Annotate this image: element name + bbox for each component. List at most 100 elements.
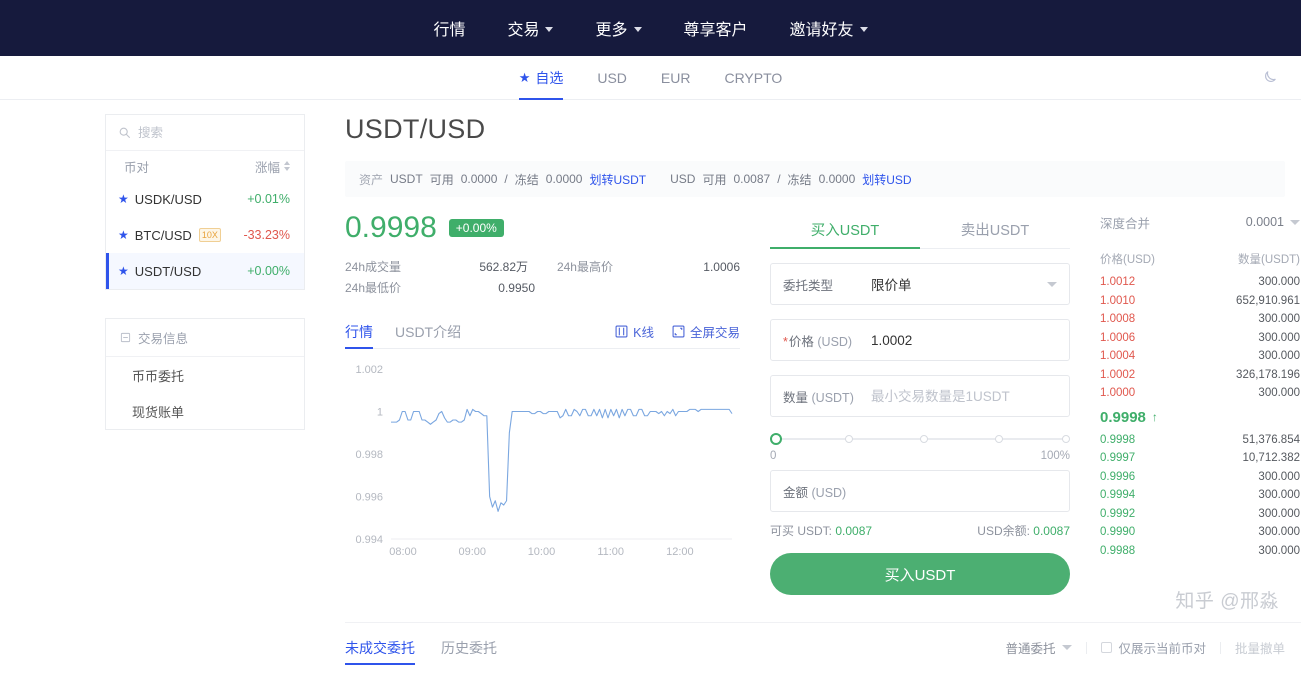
slider-node-75[interactable]	[995, 435, 1003, 443]
orderbook-price: 1.0004	[1100, 350, 1136, 362]
pair-row-btc-usd[interactable]: ★ BTC/USD 10X -33.23%	[106, 217, 304, 253]
tab-sell[interactable]: 卖出USDT	[920, 211, 1070, 248]
star-icon: ★	[518, 70, 531, 85]
orderbook-row[interactable]: 0.9994 300.000	[1100, 486, 1300, 505]
total-field[interactable]: 金额 (USD)	[770, 470, 1070, 512]
stat-value-low: 0.9950	[498, 281, 535, 295]
tab-buy[interactable]: 买入USDT	[770, 211, 920, 249]
amount-label: 数量 (USDT)	[783, 390, 854, 405]
nav-item-invite[interactable]: 邀请好友	[790, 16, 868, 40]
expand-icon	[672, 325, 685, 338]
orderbook-row[interactable]: 1.0008 300.000	[1100, 310, 1300, 329]
orderbook-row[interactable]: 0.9990 300.000	[1100, 523, 1300, 542]
candlestick-icon	[615, 325, 628, 338]
tab-usd[interactable]: USD	[597, 56, 627, 100]
svg-text:1: 1	[377, 407, 383, 419]
svg-text:08:00: 08:00	[389, 546, 417, 558]
tab-eur[interactable]: EUR	[661, 56, 691, 100]
chart-tab-market[interactable]: 行情	[345, 315, 373, 349]
orderbook-row[interactable]: 1.0004 300.000	[1100, 347, 1300, 366]
pair-change: +0.01%	[247, 192, 290, 206]
base-avail-label: 可用	[429, 172, 454, 187]
quote-symbol: USD	[670, 172, 696, 186]
orderbook-row[interactable]: 1.0002 326,178.196	[1100, 366, 1300, 385]
orderbook-row[interactable]: 0.9998 51,376.854	[1100, 431, 1300, 450]
slider-node-25[interactable]	[845, 435, 853, 443]
orderbook-row[interactable]: 1.0000 300.000	[1100, 384, 1300, 403]
balance-row: 可买 USDT: 0.0087 USD余额: 0.0087	[770, 522, 1070, 539]
slider-node-100[interactable]	[1062, 435, 1070, 443]
tab-open-orders[interactable]: 未成交委托	[345, 623, 415, 673]
orders-bottom-bar: 未成交委托 历史委托 普通委托 仅展示当前币对 批量撤单	[345, 622, 1301, 672]
slider-handle[interactable]	[770, 433, 782, 445]
info-item-spot-orders[interactable]: 币币委托	[106, 357, 304, 393]
nav-item-vip[interactable]: 尊享客户	[684, 16, 748, 40]
batch-cancel-button[interactable]: 批量撤单	[1235, 638, 1285, 657]
main-content: USDT/USD 资产 USDT 可用 0.0000 / 冻结 0.0000 划…	[345, 114, 1301, 672]
kline-button[interactable]: K线	[615, 322, 654, 341]
nav-label: 行情	[433, 22, 466, 39]
tab-label: 自选	[535, 69, 564, 86]
tab-favorites[interactable]: ★ 自选	[518, 56, 564, 100]
orderbook-row[interactable]: 0.9997 10,712.382	[1100, 449, 1300, 468]
star-icon[interactable]: ★	[118, 228, 129, 242]
nav-item-more[interactable]: 更多	[595, 16, 642, 40]
orderbook-row[interactable]: 0.9996 300.000	[1100, 468, 1300, 487]
slider-max: 100%	[1040, 450, 1070, 462]
pair-row-usdt-usd[interactable]: ★ USDT/USD +0.00%	[106, 253, 304, 289]
svg-text:11:00: 11:00	[597, 546, 624, 558]
star-icon[interactable]: ★	[118, 264, 129, 278]
transfer-usd-link[interactable]: 划转USD	[862, 171, 911, 188]
dark-mode-toggle[interactable]	[1257, 66, 1281, 90]
submit-buy-button[interactable]: 买入USDT	[770, 553, 1070, 595]
nav-item-trade[interactable]: 交易	[507, 16, 554, 40]
order-type-filter[interactable]: 普通委托	[1005, 638, 1073, 657]
star-icon[interactable]: ★	[118, 192, 129, 206]
pair-name: BTC/USD	[134, 227, 192, 243]
price-line-chart[interactable]: 0.994 0.996 0.998 1 1.002 08:00 09:00 10:00 11:0…	[345, 357, 740, 567]
base-frozen-label: 冻结	[514, 172, 539, 187]
chevron-down-icon	[1047, 281, 1057, 287]
amount-slider[interactable]	[770, 433, 1070, 445]
column-header-change[interactable]: 涨幅	[255, 157, 290, 176]
column-header-pair: 币对	[124, 160, 150, 175]
orderbook-row[interactable]: 1.0012 300.000	[1100, 273, 1300, 292]
depth-value: 0.0001	[1245, 215, 1284, 229]
transfer-usdt-link[interactable]: 划转USDT	[589, 171, 646, 188]
amount-input[interactable]	[871, 388, 1057, 404]
orderbook-row[interactable]: 0.9988 300.000	[1100, 542, 1300, 561]
total-label: 金额 (USD)	[783, 485, 847, 500]
tab-label: CRYPTO	[724, 69, 783, 86]
price-field[interactable]: *价格 (USD)	[770, 319, 1070, 361]
orderbook-col-price: 价格(USD)	[1100, 254, 1155, 266]
nav-item-markets[interactable]: 行情	[433, 16, 465, 40]
orderbook-row[interactable]: 0.9992 300.000	[1100, 505, 1300, 524]
pair-row-usdk-usd[interactable]: ★ USDK/USD +0.01%	[106, 181, 304, 217]
fullscreen-button[interactable]: 全屏交易	[672, 322, 740, 341]
svg-text:0.994: 0.994	[355, 534, 383, 546]
order-type-field[interactable]: 委托类型 限价单	[770, 263, 1070, 305]
total-input[interactable]	[871, 483, 1057, 499]
depth-select[interactable]: 0.0001	[1246, 215, 1300, 229]
market-category-tabs: ★ 自选 USD EUR CRYPTO	[0, 56, 1301, 100]
orders-tabs: 未成交委托 历史委托	[345, 623, 523, 673]
quote-avail-value: 0.0087	[733, 172, 771, 186]
slider-node-50[interactable]	[920, 435, 928, 443]
orderbook-price: 0.9998	[1100, 433, 1136, 446]
sort-icon	[284, 161, 290, 171]
search-icon	[119, 127, 130, 138]
nav-label: 邀请好友	[789, 22, 854, 39]
price-input[interactable]	[871, 332, 1057, 348]
buyable-value: 0.0087	[835, 524, 873, 538]
tab-crypto[interactable]: CRYPTO	[724, 56, 782, 100]
orderbook-row[interactable]: 1.0010 652,910.961	[1100, 292, 1300, 311]
amount-field[interactable]: 数量 (USDT)	[770, 375, 1070, 417]
tab-order-history[interactable]: 历史委托	[441, 623, 497, 673]
search-input[interactable]	[138, 125, 268, 140]
chart-tab-intro[interactable]: USDT介绍	[395, 315, 461, 349]
orderbook-row[interactable]: 1.0006 300.000	[1100, 329, 1300, 348]
last-price: 0.9998	[345, 211, 437, 244]
info-item-spot-bills[interactable]: 现货账单	[106, 393, 304, 429]
svg-text:0.998: 0.998	[355, 449, 383, 461]
current-pair-only-checkbox[interactable]: 仅展示当前币对	[1101, 638, 1206, 657]
